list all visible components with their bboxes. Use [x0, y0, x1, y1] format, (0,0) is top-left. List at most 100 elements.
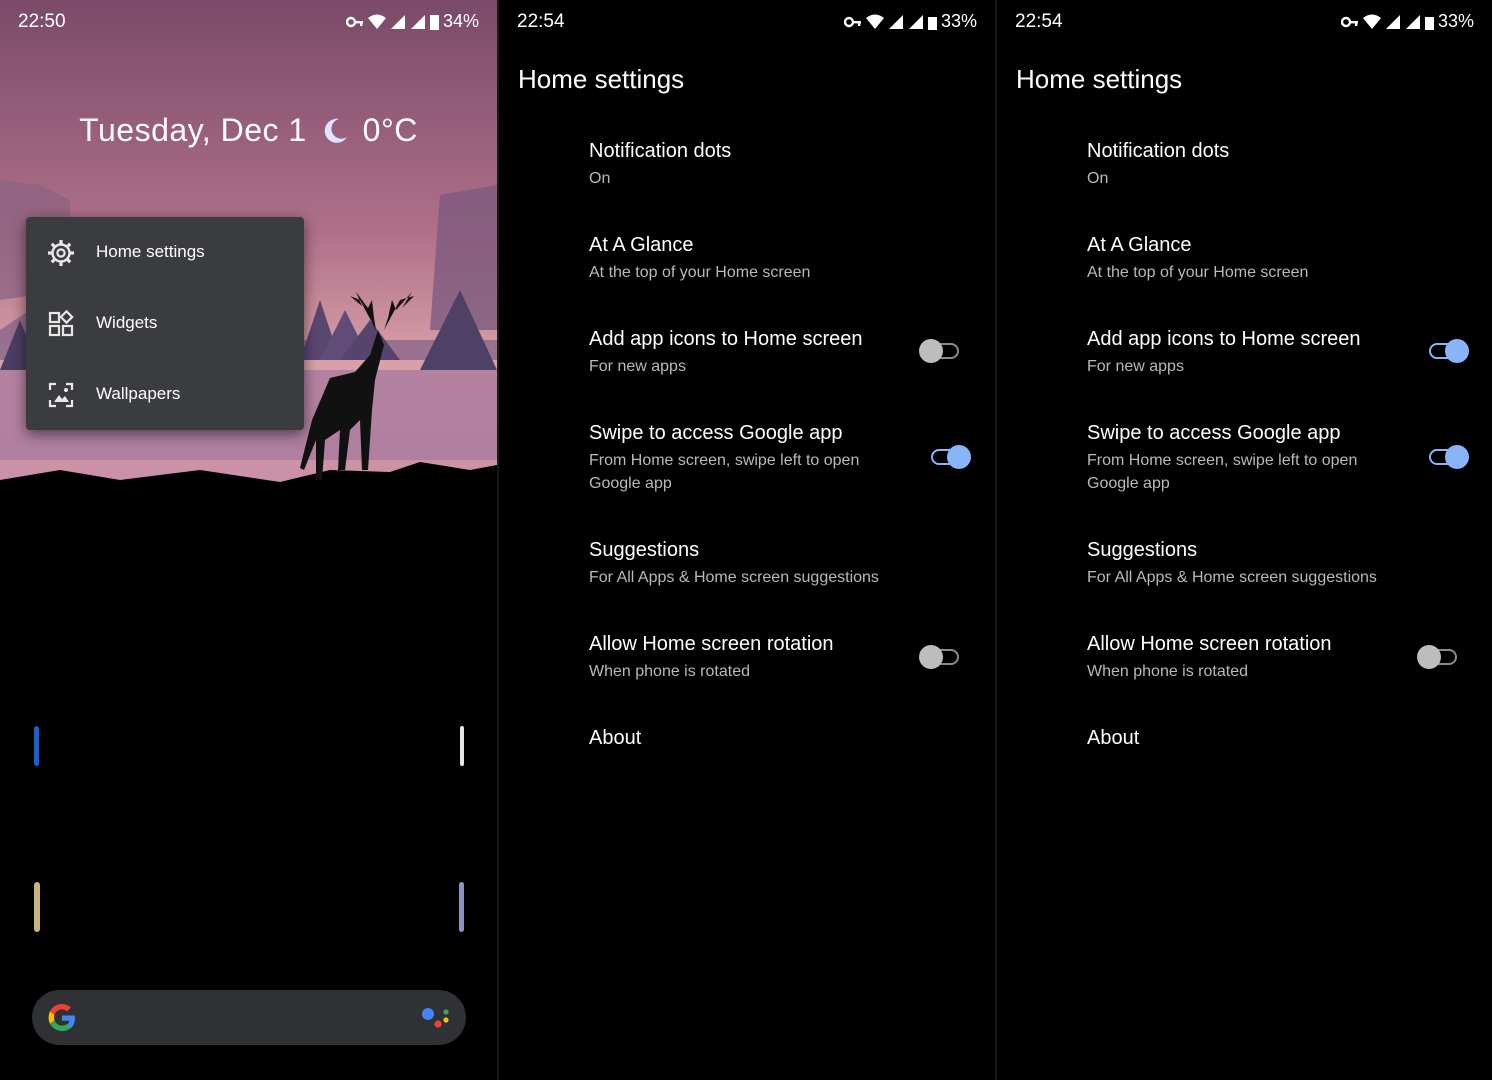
setting-title: Add app icons to Home screen — [589, 328, 863, 350]
setting-title: Swipe to access Google app — [589, 422, 843, 444]
toggle-knob — [1445, 339, 1469, 363]
app-row-2 — [34, 876, 464, 936]
signal-icon — [390, 14, 405, 29]
setting-at-a-glance[interactable]: At A Glance At the top of your Home scre… — [589, 232, 975, 284]
setting-title: Allow Home screen rotation — [589, 633, 834, 655]
widgets-icon — [48, 310, 74, 337]
battery-icon — [1424, 16, 1434, 30]
signal-icon — [1385, 14, 1400, 29]
setting-at-a-glance[interactable]: At A Glance At the top of your Home scre… — [1087, 232, 1472, 284]
page-title: Home settings — [1016, 64, 1183, 94]
setting-about[interactable]: About — [1087, 725, 1472, 751]
setting-title: Suggestions — [589, 539, 700, 561]
setting-subtitle: At the top of your Home screen — [1087, 264, 1309, 281]
setting-subtitle: On — [1087, 170, 1109, 187]
home-settings-panel-b: 22:54 33% Home settings Notification dot… — [997, 0, 1492, 1080]
battery-percent: 33% — [1437, 11, 1474, 31]
setting-add-app-icons[interactable]: Add app icons to Home screen For new app… — [1087, 326, 1472, 378]
app-icon-edge — [460, 726, 464, 766]
toggle-knob — [1417, 645, 1441, 669]
vpn-key-icon — [345, 16, 363, 27]
setting-about[interactable]: About — [589, 725, 975, 751]
setting-subtitle: For new apps — [1087, 358, 1184, 375]
at-a-glance-widget[interactable]: Tuesday, Dec 1 0°C — [0, 112, 497, 149]
toggle-home-rotation[interactable] — [919, 643, 961, 669]
setting-home-rotation[interactable]: Allow Home screen rotation When phone is… — [589, 631, 975, 683]
setting-notification-dots[interactable]: Notification dots On — [1087, 138, 1472, 190]
toggle-add-app-icons[interactable] — [1427, 337, 1469, 363]
battery-icon — [927, 16, 937, 30]
vpn-key-icon — [1340, 16, 1358, 27]
setting-title: Notification dots — [589, 140, 732, 162]
status-time: 22:54 — [1015, 11, 1063, 32]
setting-title: Notification dots — [1087, 140, 1230, 162]
status-icons: 33% — [1340, 11, 1474, 32]
setting-subtitle: For new apps — [589, 358, 686, 375]
toggle-home-rotation[interactable] — [1417, 643, 1459, 669]
toggle-swipe-google-app[interactable] — [929, 443, 971, 469]
gear-icon — [48, 240, 74, 266]
weather-temp: 0°C — [362, 112, 418, 148]
toggle-add-app-icons[interactable] — [919, 337, 961, 363]
status-icons: 33% — [843, 11, 977, 32]
setting-subtitle-line2: Google app — [1087, 475, 1170, 492]
setting-subtitle-line1: From Home screen, swipe left to open — [1087, 452, 1358, 469]
setting-subtitle-line1: From Home screen, swipe left to open — [589, 452, 860, 469]
setting-title: Suggestions — [1087, 539, 1198, 561]
setting-subtitle-line2: Google app — [589, 475, 672, 492]
google-search-bar[interactable] — [32, 990, 466, 1045]
wifi-icon — [865, 14, 884, 29]
assistant-icon[interactable] — [420, 1004, 450, 1032]
setting-subtitle: When phone is rotated — [589, 663, 750, 680]
menu-item-label: Home settings — [96, 242, 205, 261]
setting-swipe-google-app[interactable]: Swipe to access Google app From Home scr… — [589, 420, 975, 495]
setting-title: At A Glance — [589, 234, 694, 256]
setting-title: About — [1087, 727, 1140, 749]
signal-icon-2 — [908, 14, 923, 29]
toggle-knob — [919, 645, 943, 669]
status-bar: 22:50 34% — [0, 0, 497, 44]
vpn-key-icon — [843, 16, 861, 27]
toggle-knob — [947, 445, 971, 469]
battery-icon — [429, 14, 439, 30]
wifi-icon — [367, 14, 386, 29]
setting-title: About — [589, 727, 642, 749]
home-settings-panel-a: 22:54 33% Home settings Notification dot… — [499, 0, 995, 1080]
setting-notification-dots[interactable]: Notification dots On — [589, 138, 975, 190]
home-context-menu: Home settings Widgets Wallpapers — [26, 217, 304, 430]
setting-subtitle: When phone is rotated — [1087, 663, 1248, 680]
status-icons: 34% — [345, 11, 479, 32]
menu-item-widgets[interactable]: Widgets — [26, 288, 304, 358]
menu-item-label: Wallpapers — [96, 384, 181, 403]
app-row-1 — [34, 714, 464, 774]
menu-item-wallpapers[interactable]: Wallpapers — [26, 359, 304, 429]
setting-suggestions[interactable]: Suggestions For All Apps & Home screen s… — [1087, 537, 1472, 589]
google-g-icon[interactable] — [46, 1002, 78, 1034]
setting-title: Allow Home screen rotation — [1087, 633, 1332, 655]
toggle-knob — [1445, 445, 1469, 469]
setting-title: At A Glance — [1087, 234, 1192, 256]
app-icon-edge — [34, 726, 39, 766]
setting-title: Swipe to access Google app — [1087, 422, 1341, 444]
setting-home-rotation[interactable]: Allow Home screen rotation When phone is… — [1087, 631, 1472, 683]
status-bar: 22:54 33% — [499, 0, 995, 44]
toggle-knob — [919, 339, 943, 363]
home-screen-panel: 22:50 34% Tuesday, Dec 1 0°C Home settin… — [0, 0, 497, 1080]
battery-percent: 33% — [940, 11, 977, 31]
setting-add-app-icons[interactable]: Add app icons to Home screen For new app… — [589, 326, 975, 378]
battery-percent: 34% — [442, 11, 479, 31]
setting-subtitle: For All Apps & Home screen suggestions — [1087, 569, 1377, 586]
app-icon-edge — [459, 882, 464, 932]
wifi-icon — [1362, 14, 1381, 29]
signal-icon — [888, 14, 903, 29]
setting-swipe-google-app[interactable]: Swipe to access Google app From Home scr… — [1087, 420, 1472, 495]
wallpaper-icon — [48, 382, 74, 408]
toggle-swipe-google-app[interactable] — [1427, 443, 1469, 469]
setting-subtitle: On — [589, 170, 611, 187]
moon-icon — [324, 118, 347, 143]
setting-title: Add app icons to Home screen — [1087, 328, 1361, 350]
signal-icon-2 — [410, 14, 425, 29]
date-text: Tuesday, Dec 1 — [79, 112, 307, 148]
setting-suggestions[interactable]: Suggestions For All Apps & Home screen s… — [589, 537, 975, 589]
menu-item-home-settings[interactable]: Home settings — [26, 217, 304, 287]
